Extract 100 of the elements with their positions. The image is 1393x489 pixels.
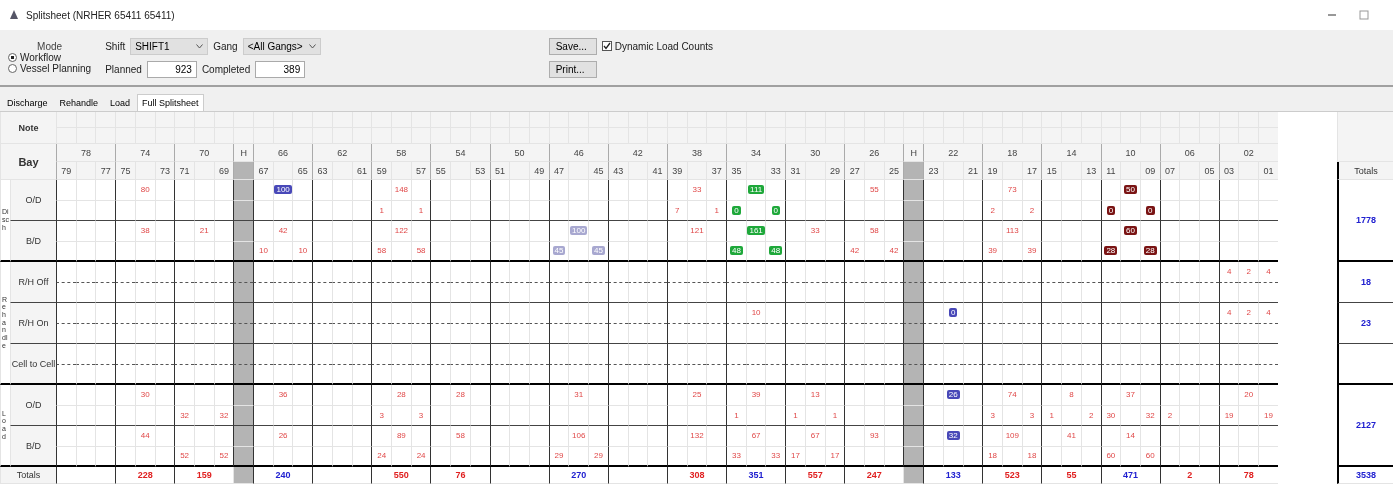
cell-value: 33: [692, 185, 702, 195]
cell-value: 2: [1029, 205, 1035, 215]
save-button[interactable]: Save...: [548, 37, 597, 55]
cell-value: 3: [1029, 410, 1035, 420]
cell-value: 100: [274, 185, 292, 195]
cell-value: 20: [1244, 390, 1254, 400]
gang-dropdown[interactable]: <All Gangs>: [242, 37, 321, 55]
bay-number: 22: [948, 147, 959, 158]
cell-value: 19: [1224, 410, 1234, 420]
slot-number: 13: [1086, 165, 1097, 176]
note-label: Note: [17, 122, 40, 133]
cell-value: 10: [258, 246, 268, 256]
slot-number: 43: [613, 165, 624, 176]
cell-value: 2: [990, 205, 995, 215]
row-label: R/H Off: [17, 277, 50, 287]
shift-dropdown[interactable]: SHIFT1: [130, 37, 209, 55]
bay-total: 308: [689, 470, 705, 480]
cell-value: 1: [1049, 410, 1054, 420]
bay-number: 70: [199, 147, 210, 158]
bay-label: Bay: [17, 155, 40, 168]
cell-value: 8: [1069, 390, 1074, 400]
cell-value: 45: [552, 246, 566, 256]
bay-number: 34: [751, 147, 762, 158]
slot-number: 09: [1145, 165, 1156, 176]
bay-total: 550: [393, 470, 409, 480]
tab[interactable]: Rehandle: [54, 94, 104, 111]
cell-value: 161: [747, 226, 765, 236]
tab[interactable]: Discharge: [2, 94, 53, 111]
radio-label: Workflow: [20, 52, 61, 63]
bay-number: 18: [1007, 147, 1018, 158]
window-title: Splitsheet (NRHER 65411 65411): [26, 9, 176, 21]
cell-value: 48: [769, 246, 783, 256]
slot-number: 35: [731, 165, 742, 176]
cell-value: 45: [592, 246, 605, 256]
cell-value: 39: [1027, 246, 1037, 256]
row-label: O/D: [24, 195, 43, 205]
cell-value: 113: [1005, 226, 1019, 236]
cell-value: 67: [810, 431, 820, 441]
cell-value: 122: [394, 226, 409, 236]
radio-label: Vessel Planning: [20, 63, 92, 74]
cell-value: 42: [850, 246, 860, 256]
slot-number: 41: [652, 165, 663, 176]
cell-value: 48: [729, 246, 743, 256]
cell-value: 132: [690, 431, 704, 441]
cell-value: 29: [554, 451, 564, 461]
cell-value: 32: [1145, 410, 1155, 420]
slot-number: 51: [494, 165, 505, 176]
slot-number: 71: [179, 165, 190, 176]
cell-value: 32: [219, 410, 229, 420]
bay-total: 228: [137, 470, 153, 480]
bay-total: 159: [196, 470, 212, 480]
cell-value: 18: [1027, 451, 1037, 461]
tab[interactable]: Full Splitsheet: [137, 94, 204, 111]
cell-value: 14: [1126, 431, 1135, 441]
slot-number: 65: [297, 165, 308, 176]
cell-value: 31: [574, 390, 584, 400]
bay-total: 471: [1123, 470, 1139, 480]
completed-field[interactable]: 389: [255, 60, 306, 78]
cell-value: 39: [988, 246, 998, 256]
bay-total: 78: [1243, 470, 1254, 480]
cell-value: 60: [1145, 451, 1155, 461]
bay-total: 133: [945, 470, 961, 480]
cell-value: 37: [1126, 390, 1135, 400]
cell-value: 28: [1143, 246, 1157, 256]
bay-total: 76: [455, 470, 466, 480]
cell-value: 0: [1106, 205, 1116, 215]
row-label: Cell to Cell: [11, 358, 56, 369]
bay-total: 523: [1004, 470, 1020, 480]
planned-field[interactable]: 923: [146, 60, 197, 78]
cell-value: 93: [869, 431, 879, 441]
slot-number: 67: [258, 165, 269, 176]
bay-number: 66: [278, 147, 289, 158]
cell-value: 1: [379, 205, 384, 215]
bay-number: H: [240, 147, 247, 158]
slot-number: 49: [534, 165, 545, 176]
grand-total: 3538: [1356, 470, 1376, 480]
print-button[interactable]: Print...: [548, 60, 597, 78]
slot-number: 79: [61, 165, 72, 176]
cell-value: 21: [199, 226, 209, 236]
cell-value: 26: [278, 431, 288, 441]
bay-number: 42: [632, 147, 643, 158]
bay-number: 78: [81, 147, 92, 158]
slot-number: 33: [770, 165, 781, 176]
slot-number: 77: [100, 165, 111, 176]
row-label: B/D: [25, 235, 42, 246]
cell-value: 0: [771, 205, 781, 215]
bay-total: 2: [1187, 470, 1193, 480]
cell-value: 19: [1264, 410, 1273, 420]
bay-number: 10: [1125, 147, 1136, 158]
slot-number: 37: [711, 165, 722, 176]
cell-value: 4: [1266, 267, 1271, 277]
slot-number: 73: [159, 165, 170, 176]
tab[interactable]: Load: [105, 94, 136, 111]
slot-number: 63: [317, 165, 328, 176]
row-label: R/H On: [17, 318, 50, 328]
cell-value: 106: [572, 431, 586, 441]
cell-value: 89: [396, 431, 406, 441]
cell-value: 2: [1088, 410, 1094, 420]
row-label: O/D: [24, 400, 43, 410]
bay-total: 351: [748, 470, 764, 480]
